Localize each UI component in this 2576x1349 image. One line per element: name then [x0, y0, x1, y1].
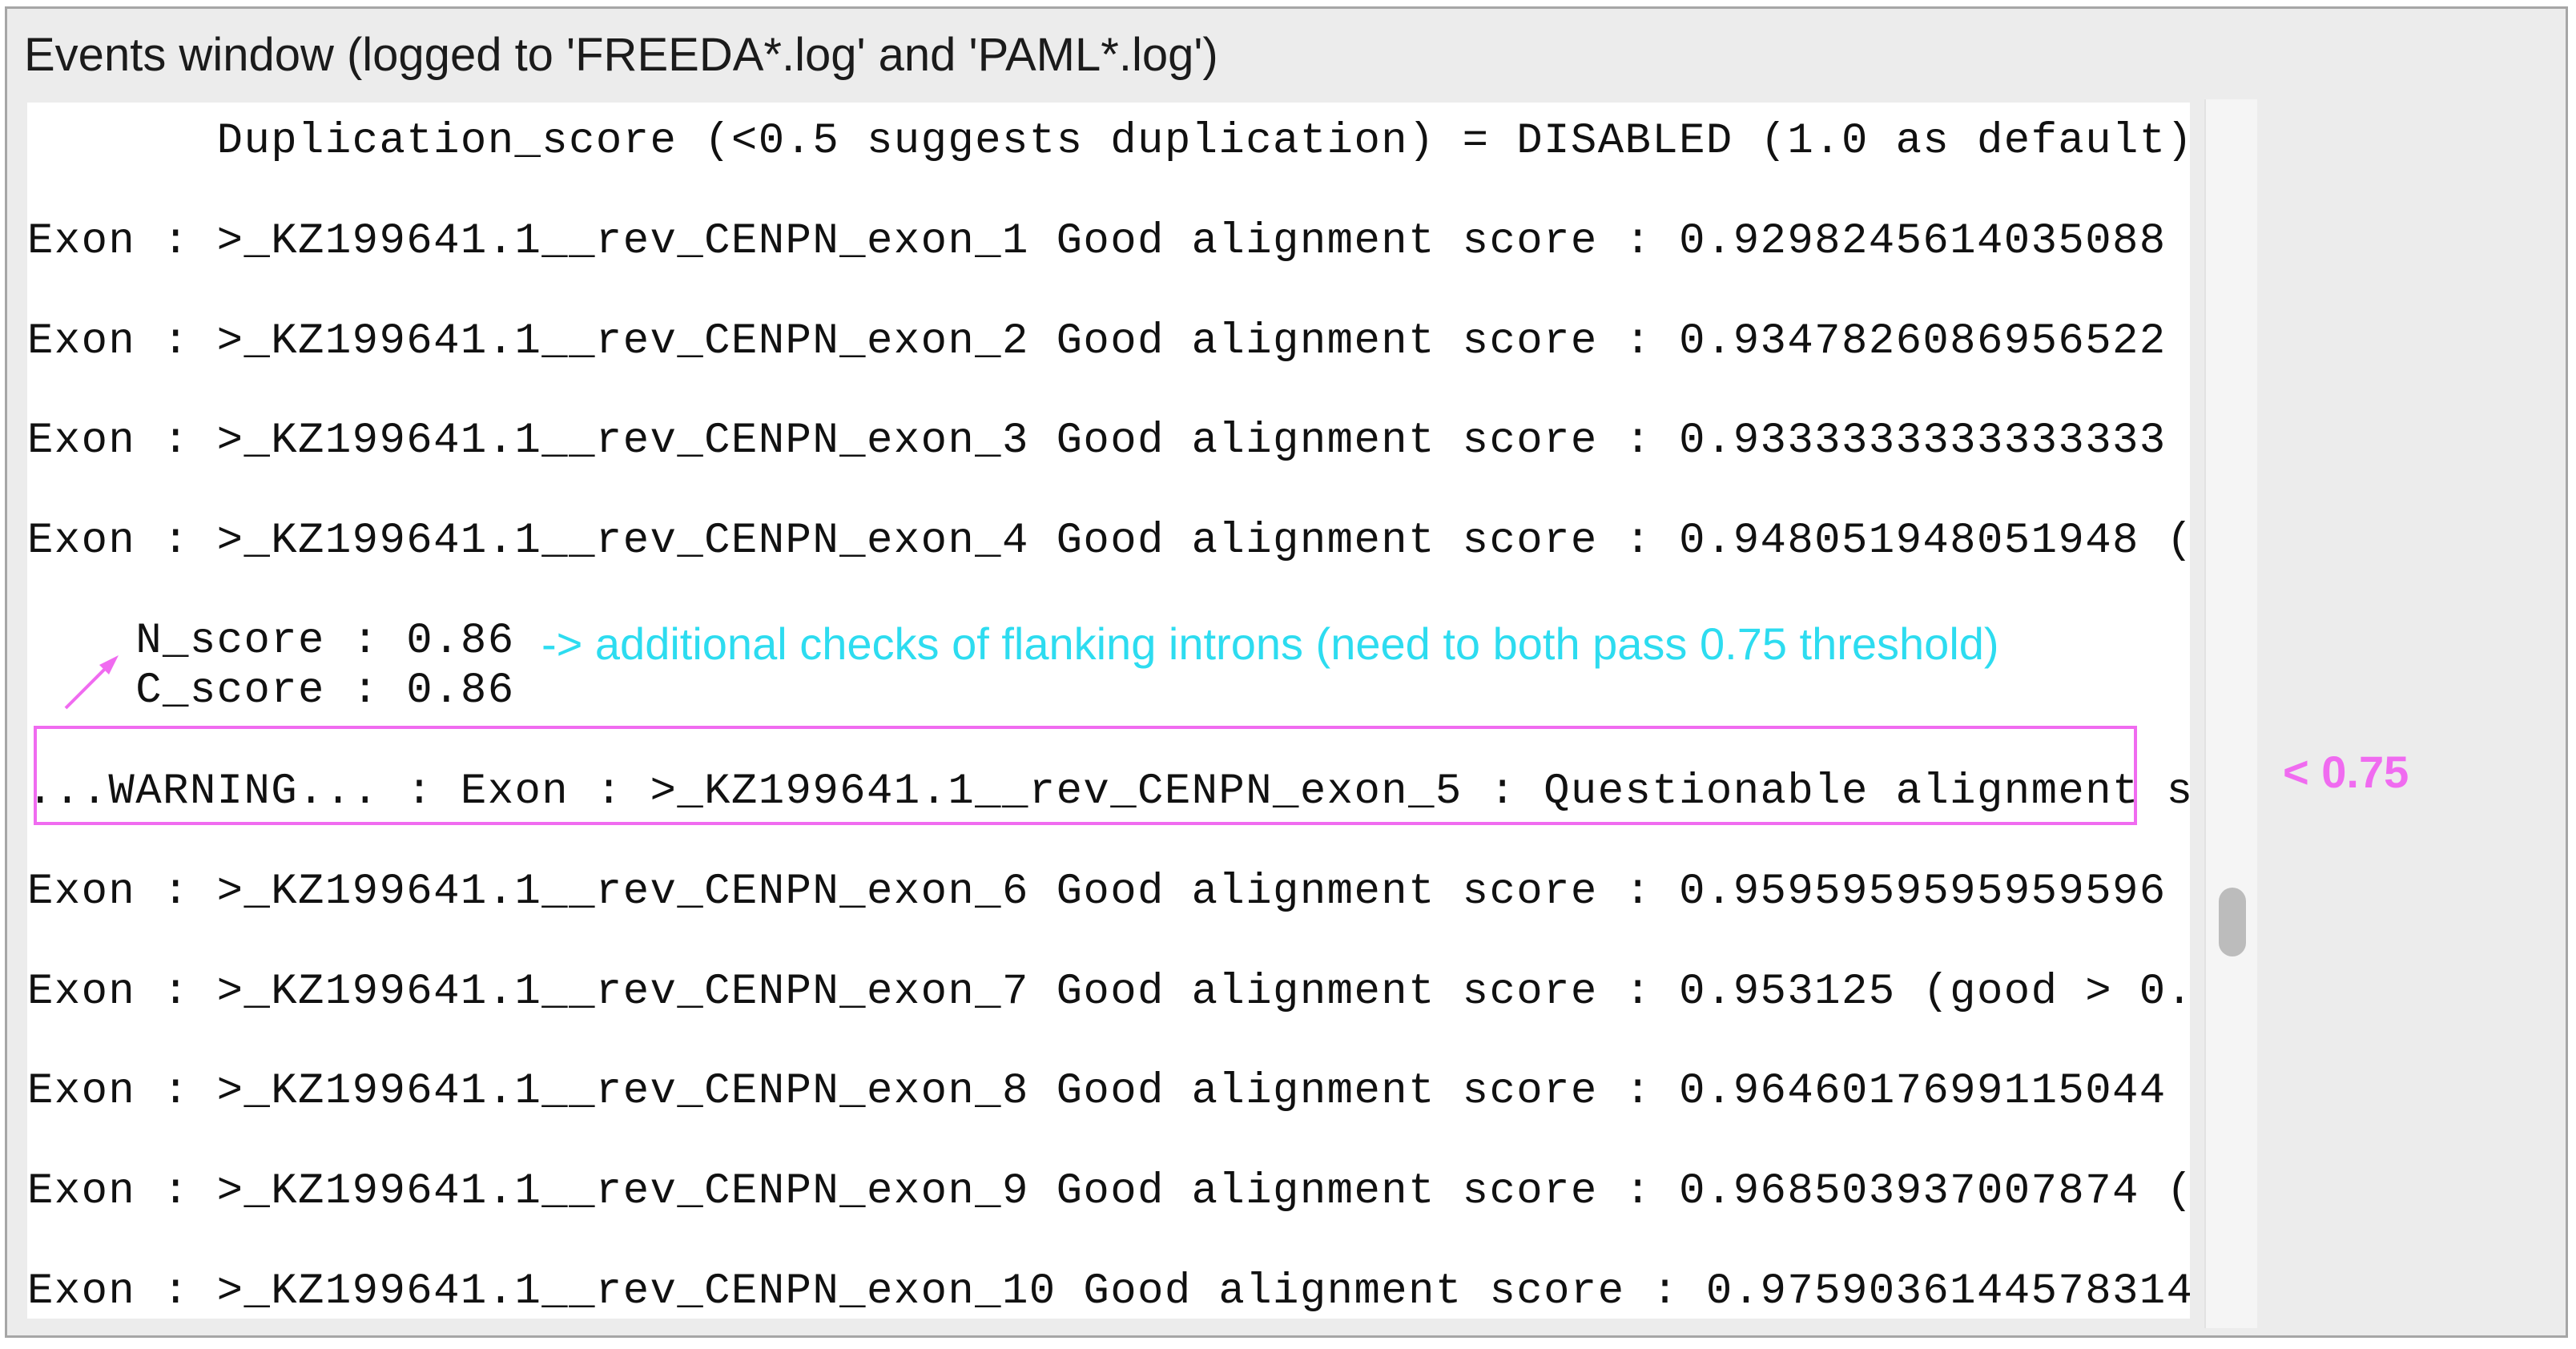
- flanking-introns-annotation: -> additional checks of flanking introns…: [541, 618, 1999, 669]
- log-line-duplication-score: Duplication_score (<0.5 suggests duplica…: [27, 117, 2190, 166]
- vertical-scrollbar[interactable]: [2204, 99, 2257, 1328]
- log-line-exon-4: Exon : >_KZ199641.1__rev_CENPN_exon_4 Go…: [27, 517, 2190, 566]
- log-line-exon-1: Exon : >_KZ199641.1__rev_CENPN_exon_1 Go…: [27, 217, 2167, 266]
- log-line-exon-7: Exon : >_KZ199641.1__rev_CENPN_exon_7 Go…: [27, 968, 2190, 1017]
- log-line-exon-2: Exon : >_KZ199641.1__rev_CENPN_exon_2 Go…: [27, 317, 2167, 366]
- window-title: Events window (logged to 'FREEDA*.log' a…: [24, 29, 1218, 81]
- scrollbar-thumb[interactable]: [2219, 888, 2246, 956]
- log-line-n-score: N_score : 0.86: [27, 617, 515, 666]
- threshold-annotation: < 0.75: [2283, 747, 2409, 797]
- log-line-exon-3: Exon : >_KZ199641.1__rev_CENPN_exon_3 Go…: [27, 417, 2167, 465]
- log-panel[interactable]: Duplication_score (<0.5 suggests duplica…: [27, 103, 2190, 1319]
- log-line-c-score: C_score : 0.86: [27, 666, 515, 715]
- log-line-exon-10: Exon : >_KZ199641.1__rev_CENPN_exon_10 G…: [27, 1267, 2190, 1316]
- warning-highlight-box: [34, 726, 2137, 825]
- log-line-exon-8: Exon : >_KZ199641.1__rev_CENPN_exon_8 Go…: [27, 1067, 2167, 1116]
- log-line-exon-9: Exon : >_KZ199641.1__rev_CENPN_exon_9 Go…: [27, 1167, 2190, 1216]
- log-line-exon-6: Exon : >_KZ199641.1__rev_CENPN_exon_6 Go…: [27, 868, 2167, 916]
